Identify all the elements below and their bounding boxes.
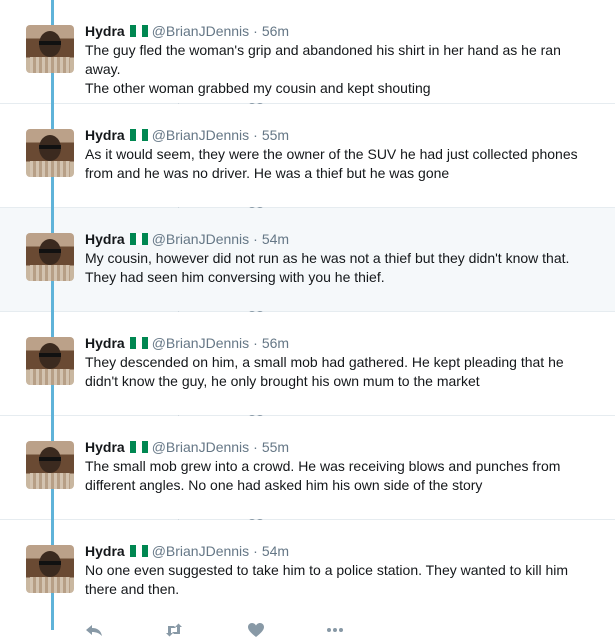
more-button[interactable] <box>325 622 345 638</box>
avatar[interactable] <box>26 129 74 177</box>
avatar[interactable] <box>26 545 74 593</box>
separator-dot: · <box>253 543 258 559</box>
tweet-header: Hydra @BrianJDennis · 56m <box>85 22 289 40</box>
tweet-text-line: They descended on him, a small mob had g… <box>85 354 564 389</box>
author-handle[interactable]: @BrianJDennis <box>152 127 249 143</box>
tweet-text-line: My cousin, however did not run as he was… <box>85 250 570 285</box>
timestamp-link[interactable]: 54m <box>262 231 289 247</box>
timestamp-link[interactable]: 54m <box>262 543 289 559</box>
heart-icon <box>247 622 265 638</box>
tweet-text-line: As it would seem, they were the owner of… <box>85 146 578 181</box>
thread-connector-line <box>51 0 54 630</box>
timestamp-link[interactable]: 55m <box>262 439 289 455</box>
tweet-header: Hydra @BrianJDennis · 56m <box>85 334 289 352</box>
author-name[interactable]: Hydra <box>85 127 125 143</box>
author-handle[interactable]: @BrianJDennis <box>152 231 249 247</box>
tweet-header: Hydra @BrianJDennis · 54m <box>85 542 289 560</box>
tweet-text: No one even suggested to take him to a p… <box>85 561 595 599</box>
nigeria-flag-icon <box>129 543 148 557</box>
avatar[interactable] <box>26 25 74 73</box>
nigeria-flag-icon <box>129 439 148 453</box>
tweet-text: The small mob grew into a crowd. He was … <box>85 457 595 495</box>
separator-dot: · <box>253 127 258 143</box>
reply-button[interactable] <box>85 622 103 638</box>
reply-icon <box>85 622 103 638</box>
author-name[interactable]: Hydra <box>85 335 125 351</box>
author-handle[interactable]: @BrianJDennis <box>152 439 249 455</box>
separator-dot: · <box>253 23 258 39</box>
timestamp-link[interactable]: 56m <box>262 335 289 351</box>
tweet-text-line: The other woman grabbed my cousin and ke… <box>85 80 431 96</box>
tweet-text: My cousin, however did not run as he was… <box>85 249 595 287</box>
avatar[interactable] <box>26 441 74 489</box>
author-name[interactable]: Hydra <box>85 439 125 455</box>
nigeria-flag-icon <box>129 127 148 141</box>
author-handle[interactable]: @BrianJDennis <box>152 543 249 559</box>
timestamp-link[interactable]: 55m <box>262 127 289 143</box>
timestamp-link[interactable]: 56m <box>262 23 289 39</box>
tweet-text: They descended on him, a small mob had g… <box>85 353 595 391</box>
tweet[interactable]: Hydra @BrianJDennis · 54m No one even sugges… <box>0 520 615 637</box>
avatar[interactable] <box>26 233 74 281</box>
separator-dot: · <box>253 231 258 247</box>
like-button[interactable] <box>247 622 273 638</box>
nigeria-flag-icon <box>129 231 148 245</box>
retweet-icon <box>165 622 183 638</box>
tweet[interactable]: Hydra @BrianJDennis · 55m The small mob grew… <box>0 416 615 533</box>
tweet-header: Hydra @BrianJDennis · 54m <box>85 230 289 248</box>
separator-dot: · <box>253 439 258 455</box>
separator-dot: · <box>253 335 258 351</box>
author-name[interactable]: Hydra <box>85 231 125 247</box>
nigeria-flag-icon <box>129 23 148 37</box>
tweet[interactable]: Hydra @BrianJDennis · 56m They descended on … <box>0 312 615 429</box>
tweet[interactable]: Hydra @BrianJDennis · 56m The guy fled the w… <box>0 0 615 117</box>
author-handle[interactable]: @BrianJDennis <box>152 23 249 39</box>
tweet-header: Hydra @BrianJDennis · 55m <box>85 126 289 144</box>
tweet-text: The guy fled the woman's grip and abando… <box>85 41 595 98</box>
tweet-text-line: The small mob grew into a crowd. He was … <box>85 458 561 493</box>
more-icon <box>325 622 345 638</box>
tweet-text: As it would seem, they were the owner of… <box>85 145 595 183</box>
avatar[interactable] <box>26 337 74 385</box>
tweet-text-line: The guy fled the woman's grip and abando… <box>85 42 561 77</box>
tweet-header: Hydra @BrianJDennis · 55m <box>85 438 289 456</box>
retweet-button[interactable] <box>165 622 191 638</box>
author-handle[interactable]: @BrianJDennis <box>152 335 249 351</box>
tweet[interactable]: Hydra @BrianJDennis · 55m As it would seem, … <box>0 104 615 221</box>
author-name[interactable]: Hydra <box>85 543 125 559</box>
nigeria-flag-icon <box>129 335 148 349</box>
tweet[interactable]: Hydra @BrianJDennis · 54m My cousin, however… <box>0 208 615 325</box>
author-name[interactable]: Hydra <box>85 23 125 39</box>
tweet-text-line: No one even suggested to take him to a p… <box>85 562 569 597</box>
